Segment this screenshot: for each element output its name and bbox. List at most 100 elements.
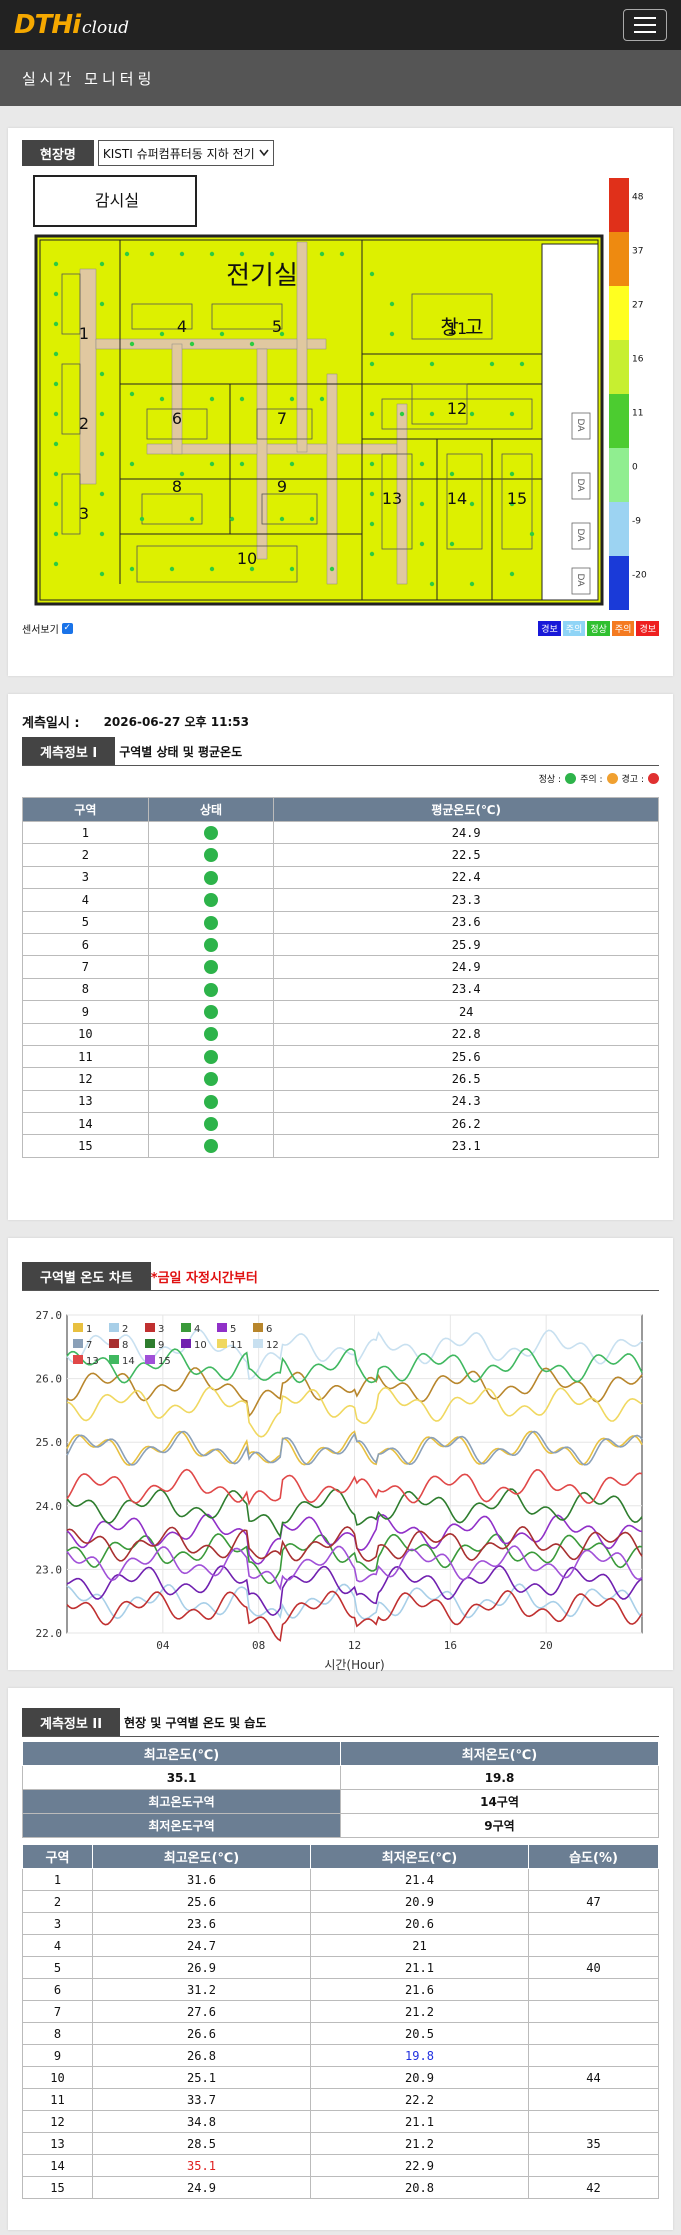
- menu-bar-icon: [634, 17, 656, 19]
- table-row: 2 22.5: [22, 843, 659, 867]
- normal-status-icon: [204, 1072, 218, 1087]
- table-row: 13 28.5 21.2 35: [22, 2132, 659, 2155]
- zone-cell: 9: [22, 1000, 149, 1024]
- legend-label: 11: [230, 1340, 243, 1351]
- status-cell: [147, 932, 275, 957]
- min-cell: 21.4: [310, 1868, 529, 1891]
- scale-band: [609, 502, 629, 556]
- max-zone-label: 최고온도구역: [22, 1789, 341, 1814]
- zone-label-11: 11: [447, 319, 467, 338]
- max-cell: 26.6: [92, 2022, 311, 2045]
- y-tick-label: 27.0: [36, 1309, 63, 1322]
- scale-label: -20: [632, 571, 647, 581]
- table-row: 4 23.3: [22, 888, 659, 912]
- normal-status-icon: [204, 1139, 218, 1154]
- min-cell: 19.8: [310, 2044, 529, 2067]
- table-row: 3 23.6 20.6: [22, 1912, 659, 1935]
- legend-normal-label: 정상 :: [538, 775, 562, 785]
- max-cell: 25.6: [92, 1890, 311, 1913]
- door-label: DA: [575, 529, 585, 543]
- logo-subtext: cloud: [82, 18, 130, 38]
- scale-label: -9: [632, 517, 641, 527]
- col-status: 상태: [147, 797, 275, 822]
- avg-temp-cell: 24.3: [273, 1089, 659, 1114]
- min-cell: 21.1: [310, 1956, 529, 1979]
- zone-cell: 8: [22, 977, 149, 1002]
- legend-label: 7: [86, 1340, 92, 1351]
- table-row: 12 26.5: [22, 1067, 659, 1091]
- legend-swatch: [109, 1339, 119, 1348]
- floor-map: 감시실 전기실 창 고 DA DA DA DA 1 2 3 4 5 6 7 8 9 10 11 12 13 14…: [22, 174, 659, 636]
- zone-label-5: 5: [272, 317, 282, 336]
- caution-icon: [606, 773, 618, 784]
- min-cell: 20.5: [310, 2022, 529, 2045]
- door-label: DA: [575, 479, 585, 493]
- zone-cell: 2: [22, 1890, 93, 1913]
- legend-label: 4: [194, 1324, 200, 1335]
- status-cell: [147, 1134, 275, 1158]
- normal-status-icon: [204, 1049, 218, 1064]
- measure-time-label: 계측일시 :: [22, 716, 80, 731]
- humidity-cell: [528, 2044, 659, 2067]
- avg-temp-cell: 25.9: [273, 932, 659, 957]
- humidity-cell: [528, 1868, 659, 1891]
- scale-band: [609, 178, 629, 232]
- page-title-bar: 실시간 모니터링: [0, 50, 681, 106]
- table-row: 14 26.2: [22, 1112, 659, 1136]
- section2-desc: 현장 및 구역별 온도 및 습도: [124, 1715, 267, 1730]
- legend-swatch: [181, 1339, 191, 1348]
- humidity-cell: 44: [528, 2066, 659, 2089]
- legend-label: 3: [158, 1324, 164, 1335]
- door-label: DA: [575, 419, 585, 433]
- table-row: 8 26.6 20.5: [22, 2022, 659, 2045]
- sensor-toggle[interactable]: 센서보기 ✓: [22, 621, 73, 636]
- legend-label: 12: [266, 1340, 279, 1351]
- normal-status-icon: [204, 893, 218, 908]
- zone-label-9: 9: [277, 477, 287, 496]
- table-row: 10 22.8: [22, 1022, 659, 1046]
- zone-status-table: 구역 상태 평균온도(℃) 1 24.9 2 22.5 3 22.4 4 23.3 5 23.6 6…: [22, 797, 659, 1158]
- normal-status-icon: [204, 982, 218, 997]
- max-cell: 27.6: [92, 2000, 311, 2023]
- x-axis-label: 시간(Hour): [324, 1658, 384, 1672]
- chevron-down-icon: [259, 149, 269, 157]
- section2-tag: 계측정보 II: [22, 1708, 121, 1736]
- legend-swatch: [217, 1339, 227, 1348]
- min-cell: 21.1: [310, 2110, 529, 2133]
- avg-temp-cell: 22.8: [273, 1022, 659, 1046]
- scale-label: 11: [632, 409, 643, 419]
- zone-label-13: 13: [382, 489, 402, 508]
- zone-label-7: 7: [277, 409, 287, 428]
- humidity-cell: 42: [528, 2176, 659, 2199]
- table-row: 6 25.9: [22, 932, 659, 957]
- zone-label-6: 6: [172, 409, 182, 428]
- zone-cell: 3: [22, 1912, 93, 1935]
- legend-label: 15: [158, 1356, 171, 1367]
- normal-status-icon: [204, 1117, 218, 1132]
- zone-cell: 9: [22, 2044, 93, 2067]
- col2-min: 최저온도(℃): [310, 1844, 529, 1869]
- site-map-card: 현장명 KISTI 슈퍼컴퓨터동 지하 전기 감시실 전기실 창 고 DA DA…: [8, 128, 673, 676]
- legend-label: 5: [230, 1324, 236, 1335]
- hamburger-menu-button[interactable]: [623, 9, 667, 41]
- section-tag: 계측정보 I: [22, 737, 116, 765]
- temperature-line-chart: 27.0 26.0 25.0 24.0 23.0 22.0 04 08 12 16 20 시간(Hou…: [22, 1307, 659, 1680]
- scale-band: [609, 448, 629, 502]
- legend-label: 14: [122, 1356, 135, 1367]
- checkbox-icon[interactable]: ✓: [61, 623, 73, 634]
- humidity-cell: [528, 2022, 659, 2045]
- scale-band: [609, 232, 629, 286]
- table-row: 11 25.6: [22, 1044, 659, 1069]
- avg-temp-cell: 23.6: [273, 910, 659, 934]
- max-cell: 24.9: [92, 2176, 311, 2199]
- status-legend-1: 주의: [562, 621, 586, 636]
- avg-temp-cell: 22.5: [273, 843, 659, 867]
- scale-label: 27: [632, 301, 643, 311]
- sensor-toggle-label: 센서보기: [22, 625, 59, 636]
- max-cell: 31.2: [92, 1978, 311, 2001]
- site-select[interactable]: KISTI 슈퍼컴퓨터동 지하 전기: [97, 140, 274, 166]
- legend-swatch: [145, 1339, 155, 1348]
- max-zone-value: 14구역: [340, 1789, 659, 1814]
- brand-logo[interactable]: DTHi cloud: [14, 10, 129, 40]
- min-cell: 20.6: [310, 1912, 529, 1935]
